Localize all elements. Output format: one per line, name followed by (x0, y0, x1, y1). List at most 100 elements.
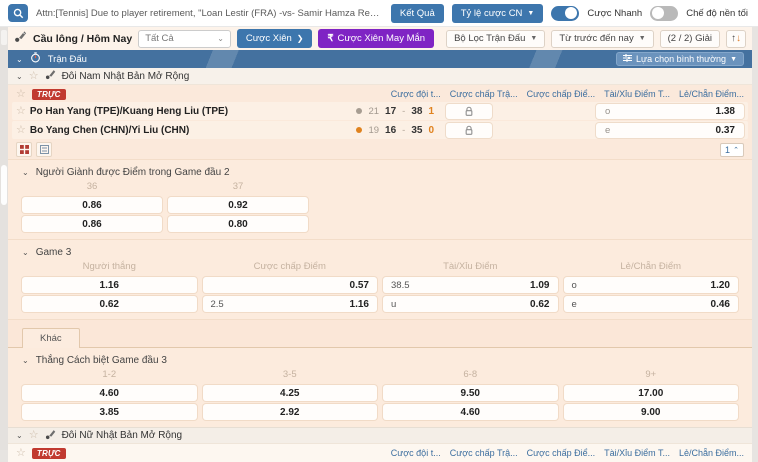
selection-label: o (572, 280, 577, 291)
column-header-over-under[interactable]: Tài/Xỉu Điểm T... (604, 89, 670, 99)
odds-cell[interactable]: u 0.62 (383, 296, 558, 312)
lock-icon (464, 106, 474, 117)
sport-filter-select[interactable]: Tất Cả ⌄ (138, 30, 231, 48)
collapse-chevron-icon[interactable]: ⌄ (16, 431, 23, 440)
team-row-home: ☆ Po Han Yang (TPE)/Kuang Heng Liu (TPE)… (12, 102, 748, 120)
league-header-womens-doubles[interactable]: ⌄ ☆ Đôi Nữ Nhật Bản Mở Rộng (8, 427, 752, 444)
odds-cell[interactable]: 4.60 (383, 404, 558, 420)
locked-odds-cell[interactable] (446, 104, 492, 119)
time-filter-button[interactable]: Từ trước đến nay ▼ (551, 30, 653, 48)
odds-value: 1.38 (716, 106, 735, 117)
sport-breadcrumb: Cầu lông / Hôm Nay (33, 33, 132, 45)
odds-value: 0.46 (711, 299, 730, 310)
odds-cell[interactable]: 0.62 (22, 296, 197, 312)
quick-bet-label: Cược Nhanh (587, 8, 642, 19)
favorite-star-icon[interactable]: ☆ (16, 448, 26, 459)
odds-cell[interactable]: 2.5 1.16 (203, 296, 378, 312)
column-label: 3-5 (203, 369, 378, 382)
column-header-point-handicap[interactable]: Cược chấp Điể... (527, 89, 595, 99)
column-label: 37 (168, 181, 308, 194)
odds-cell[interactable]: 1.16 (22, 277, 197, 293)
serve-indicator-icon (356, 108, 362, 114)
section-title-row[interactable]: ⌄ Thắng Cách biệt Game đầu 3 (8, 351, 752, 369)
odds-column: 9+ 17.00 9.00 (564, 369, 739, 420)
current-game-score: 17 (385, 106, 396, 117)
odds-column-winner: Người thắng 1.16 0.62 (22, 261, 197, 312)
quick-bet-toggle[interactable] (551, 6, 579, 21)
column-header-moneyline[interactable]: Cược đội t... (391, 89, 441, 99)
odd-even-odds-cell[interactable]: o 1.38 (596, 104, 744, 119)
odds-column: 3-5 4.25 2.92 (203, 369, 378, 420)
markets-tab-panel: ⌄ Thắng Cách biệt Game đầu 3 1-2 4.60 3.… (8, 347, 752, 427)
odds-cell[interactable]: 17.00 (564, 385, 739, 401)
odds-cell[interactable]: 3.85 (22, 404, 197, 420)
odds-column-odd-even: Lẻ/Chẵn Điểm o 1.20 e 0.46 (564, 261, 739, 312)
chevron-down-icon: ▼ (639, 35, 646, 42)
odds-value: 0.57 (350, 280, 369, 291)
search-icon[interactable] (8, 4, 28, 22)
locked-odds-cell[interactable] (446, 123, 492, 138)
sort-order-button[interactable]: ↑↓ (726, 30, 746, 48)
favorite-star-icon[interactable]: ☆ (29, 430, 39, 441)
league-header-mens-doubles[interactable]: ⌄ ☆ Đôi Nam Nhật Bản Mở Rộng (8, 68, 752, 85)
column-label: 1-2 (22, 369, 197, 382)
column-header-match-handicap[interactable]: Cược chấp Trậ... (450, 89, 518, 99)
chevron-down-icon: ▼ (730, 56, 737, 63)
collapse-chevron-icon[interactable]: ⌄ (16, 72, 23, 81)
list-view-icon[interactable] (36, 142, 52, 157)
view-mode-label: Lựa chọn bình thường (636, 54, 726, 64)
odds-cell[interactable]: 0.86 (22, 216, 162, 232)
odd-even-odds-cell[interactable]: e 0.37 (596, 123, 744, 138)
odds-cell[interactable]: 0.92 (168, 197, 308, 213)
odds-cell[interactable]: 9.50 (383, 385, 558, 401)
match-filter-label: Bộ Lọc Trận Đấu (454, 33, 525, 44)
parlay-button[interactable]: Cược Xiên ❯ (237, 29, 313, 48)
line-label: 38.5 (391, 280, 410, 291)
grid-view-icon[interactable] (16, 142, 32, 157)
column-label: 9+ (564, 369, 739, 382)
section-title-row[interactable]: ⌄ Game 3 (8, 243, 752, 261)
odds-column: 37 0.92 0.80 (168, 181, 308, 232)
column-header-odd-even[interactable]: Lẻ/Chẵn Điểm... (679, 89, 744, 99)
odds-cell[interactable]: e 0.46 (564, 296, 739, 312)
favorite-star-icon[interactable]: ☆ (16, 89, 26, 100)
lucky-parlay-button[interactable]: ₹ Cược Xiên May Mắn (318, 29, 434, 48)
view-mode-button[interactable]: Lựa chọn bình thường ▼ (616, 52, 744, 66)
favorite-star-icon[interactable]: ☆ (16, 125, 26, 136)
market-count-collapse-button[interactable]: 1 ⌃ (720, 143, 744, 157)
dark-mode-toggle[interactable] (650, 6, 678, 21)
odds-grid: 36 0.86 0.86 37 0.92 0.80 (8, 181, 752, 232)
odds-cell[interactable]: o 1.20 (564, 277, 739, 293)
main-content: Cầu lông / Hôm Nay Tất Cả ⌄ Cược Xiên ❯ … (8, 27, 752, 462)
collapse-chevron-icon[interactable]: ⌄ (16, 55, 23, 64)
games-won: 1 (428, 106, 434, 117)
odds-cell[interactable]: 38.5 1.09 (383, 277, 558, 293)
column-label: Tài/Xỉu Điểm (383, 261, 558, 274)
odds-cell[interactable]: 2.92 (203, 404, 378, 420)
favorite-star-icon[interactable]: ☆ (16, 106, 26, 117)
odds-type-button[interactable]: Tỷ lệ cược CN ▼ (452, 4, 544, 23)
favorite-star-icon[interactable]: ☆ (29, 71, 39, 82)
scrollbar-thumb[interactable] (1, 165, 7, 205)
section-title-row[interactable]: ⌄ Người Giành được Điểm trong Game đầu 2 (8, 163, 752, 181)
live-badge: TRỰC (32, 89, 66, 100)
tab-other-markets[interactable]: Khác (22, 328, 80, 348)
prev-game-score: 19 (368, 125, 379, 136)
odds-cell[interactable]: 0.80 (168, 216, 308, 232)
odds-cell[interactable]: 0.57 (203, 277, 378, 293)
league-name: Đôi Nam Nhật Bản Mở Rộng (62, 71, 190, 82)
odds-cell[interactable]: 4.60 (22, 385, 197, 401)
match-tools-row: 1 ⌃ (8, 140, 752, 159)
odds-cell[interactable]: 4.25 (203, 385, 378, 401)
panel-drag-handle[interactable] (1, 30, 7, 45)
total-points: 35 (411, 125, 422, 136)
odds-value: 1.16 (350, 299, 369, 310)
time-filter-label: Từ trước đến nay (559, 33, 633, 44)
match-filter-button[interactable]: Bộ Lọc Trận Đấu ▼ (446, 30, 545, 48)
toggle-knob (565, 7, 577, 19)
odds-cell[interactable]: 9.00 (564, 404, 739, 420)
team-row-away: ☆ Bo Yang Chen (CHN)/Yi Liu (CHN) 19 16 … (12, 121, 748, 139)
odds-grid: Người thắng 1.16 0.62 Cược chấp Điểm 0.5… (8, 261, 752, 312)
odds-cell[interactable]: 0.86 (22, 197, 162, 213)
results-button[interactable]: Kết Quả (391, 4, 444, 23)
